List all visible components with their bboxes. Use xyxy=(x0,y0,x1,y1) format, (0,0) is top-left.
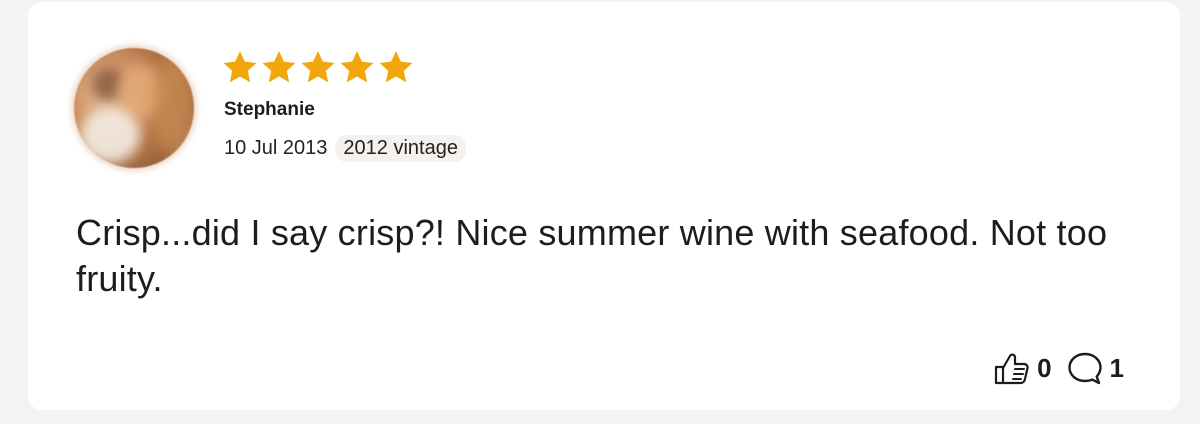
vintage-badge[interactable]: 2012 vintage xyxy=(335,135,466,162)
star-icon xyxy=(262,51,296,83)
star-icon xyxy=(223,51,257,83)
review-date: 10 Jul 2013 xyxy=(224,137,328,159)
comment-bubble-icon xyxy=(1067,352,1102,385)
comment-count: 1 xyxy=(1109,352,1124,383)
star-icon xyxy=(379,51,413,83)
rating-stars xyxy=(222,50,414,84)
thumbs-up-icon xyxy=(994,353,1029,385)
reviewer-name[interactable]: Stephanie xyxy=(224,99,315,121)
star-icon xyxy=(340,51,374,83)
review-card: Stephanie 10 Jul 2013 2012 vintage Crisp… xyxy=(28,2,1180,410)
comment-button[interactable]: 1 xyxy=(1066,350,1124,386)
review-actions: 0 1 xyxy=(993,350,1124,386)
like-count: 0 xyxy=(1037,352,1052,383)
like-button[interactable]: 0 xyxy=(993,350,1052,386)
avatar[interactable] xyxy=(74,48,194,168)
review-meta: 10 Jul 2013 2012 vintage xyxy=(224,135,466,162)
star-icon xyxy=(301,51,335,83)
review-text: Crisp...did I say crisp?! Nice summer wi… xyxy=(76,212,1108,299)
